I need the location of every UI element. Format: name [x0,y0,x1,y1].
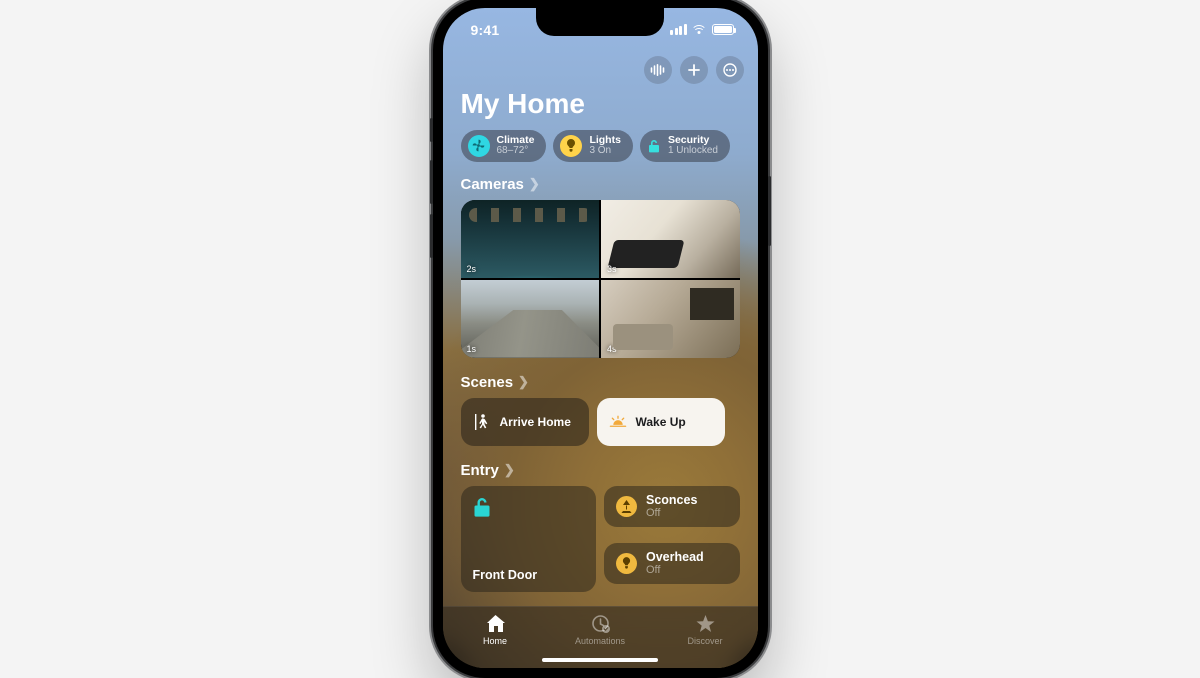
camera-timestamp: 3s [607,264,617,274]
tile-name: Front Door [473,568,585,582]
person-door-icon [473,413,491,431]
lamp-icon [616,496,637,517]
scene-wake-up[interactable]: Wake Up [597,398,725,446]
notch [536,8,664,36]
section-header-cameras[interactable]: Cameras ❯ [443,176,758,200]
section-title: Scenes [461,374,514,391]
status-time: 9:41 [471,22,500,38]
tile-front-door[interactable]: Front Door [461,486,597,592]
tile-state: Off [646,564,704,576]
plus-icon [687,63,701,77]
header-actions [443,52,758,84]
section-header-entry[interactable]: Entry ❯ [443,462,758,486]
lock-icon [647,135,661,157]
tile-overhead[interactable]: Overhead Off [604,543,740,584]
camera-timestamp: 2s [467,264,477,274]
camera-tile[interactable]: 2s [461,200,600,278]
tab-discover[interactable]: Discover [653,614,758,646]
tile-state: Off [646,507,697,519]
announce-button[interactable] [644,56,672,84]
scene-arrive-home[interactable]: Arrive Home [461,398,589,446]
tab-label: Discover [687,636,722,646]
add-button[interactable] [680,56,708,84]
chip-climate[interactable]: Climate 68–72° [461,130,547,162]
cellular-icon [670,24,687,35]
phone-frame: 9:41 [433,0,768,678]
tile-name: Sconces [646,493,697,507]
entry-grid: Front Door Sconces Off Ov [443,486,758,592]
tile-name: Overhead [646,550,704,564]
battery-icon [712,24,734,35]
tab-bar: Home Automations Discover [443,606,758,668]
chip-detail: 3 On [589,146,621,157]
scenes-row: Arrive Home W [443,398,758,462]
more-button[interactable] [716,56,744,84]
bulb-icon [560,135,582,157]
page-title: My Home [443,84,758,130]
bulb-icon [616,553,637,574]
section-title: Entry [461,462,499,479]
scene-label: Arrive Home [500,415,571,429]
clock-check-icon [591,614,610,634]
camera-timestamp: 1s [467,344,477,354]
camera-tile[interactable]: 4s [601,280,740,358]
wifi-icon [692,24,707,35]
chevron-right-icon: ❯ [529,176,540,192]
ellipsis-icon [723,63,737,77]
chevron-right-icon: ❯ [518,374,529,390]
home-indicator[interactable] [542,658,658,662]
tab-home[interactable]: Home [443,614,548,646]
section-title: Cameras [461,176,524,193]
tab-automations[interactable]: Automations [548,614,653,646]
waveform-icon [650,64,665,76]
section-header-scenes[interactable]: Scenes ❯ [443,374,758,398]
chip-security[interactable]: Security 1 Unlocked [640,130,730,162]
lock-icon [473,496,585,524]
category-row[interactable]: Climate 68–72° Lights 3 On [443,130,758,176]
sunrise-icon [609,415,627,429]
tile-sconces[interactable]: Sconces Off [604,486,740,527]
chip-detail: 68–72° [497,146,535,157]
scene-label: Wake Up [636,415,686,429]
app-content: My Home Climate 68 [443,8,758,668]
star-icon [696,614,715,634]
tab-label: Automations [575,636,625,646]
fan-icon [468,135,490,157]
camera-timestamp: 4s [607,344,617,354]
camera-tile[interactable]: 1s [461,280,600,358]
tab-label: Home [483,636,507,646]
chip-detail: 1 Unlocked [668,146,718,157]
house-icon [485,614,506,634]
camera-tile[interactable]: 3s [601,200,740,278]
screen: 9:41 [443,8,758,668]
cameras-grid: 2s 3s 1s 4s [461,200,740,358]
chip-lights[interactable]: Lights 3 On [553,130,633,162]
chevron-right-icon: ❯ [504,462,515,478]
